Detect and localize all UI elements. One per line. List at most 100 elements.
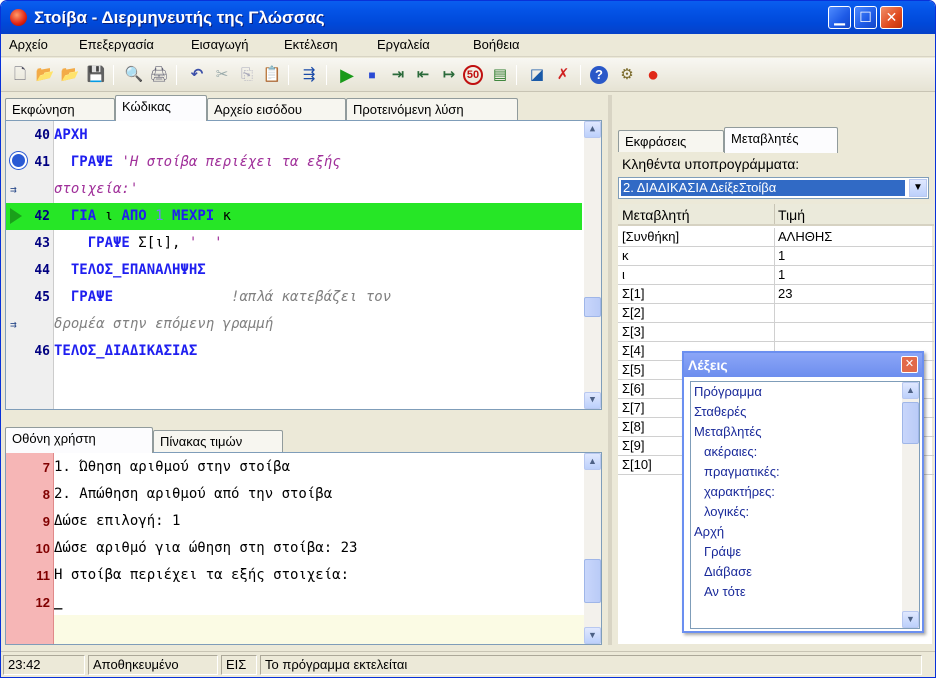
table-row[interactable]: ι1 xyxy=(618,266,934,285)
help-icon[interactable]: ? xyxy=(590,66,608,84)
scroll-down-icon[interactable]: ▼ xyxy=(902,611,919,628)
tab-code[interactable]: Κώδικας xyxy=(115,95,207,121)
tools-icon[interactable]: ⚙ xyxy=(616,64,638,86)
close-button[interactable]: ✕ xyxy=(880,6,903,29)
code-line[interactable]: 42 ΓΙΑ ι ΑΠΟ 1 ΜΕΧΡΙ κ xyxy=(6,203,582,230)
step-into-icon[interactable]: ⇥ xyxy=(387,64,409,86)
run-icon[interactable]: ▶ xyxy=(336,64,358,86)
watch-icon[interactable]: ▤ xyxy=(489,64,511,86)
code-line[interactable]: 43 ΓΡΑΨΕ Σ[ι], ' ' xyxy=(6,230,582,257)
tab-suggested-solution[interactable]: Προτεινόμενη λύση xyxy=(346,98,518,120)
list-item[interactable]: Αν τότε xyxy=(704,584,746,599)
window-title: Στοίβα - Διερμηνευτής της Γλώσσας xyxy=(34,8,325,27)
user-screen-output[interactable]: 7 1. Ώθηση αριθμού στην στοίβα 8 2. Απώθηση… xyxy=(5,452,602,645)
list-item[interactable]: πραγματικές: xyxy=(704,464,780,479)
scroll-down-icon[interactable]: ▼ xyxy=(584,627,601,644)
table-row[interactable]: κ1 xyxy=(618,247,934,266)
variable-name: κ xyxy=(622,248,629,263)
wrap-line-icon[interactable]: ⇉ xyxy=(10,316,17,332)
run-50-icon[interactable]: 50 xyxy=(463,65,483,85)
menu-run[interactable]: Εκτέλεση xyxy=(284,37,338,52)
table-row[interactable]: [Συνθήκη] ΑΛΗΘΗΣ xyxy=(618,228,934,247)
cut-icon[interactable]: ✂ xyxy=(211,64,233,86)
vertical-splitter[interactable] xyxy=(608,95,612,645)
list-item[interactable]: ακέραιες: xyxy=(704,444,757,459)
maximize-button[interactable]: ☐ xyxy=(854,6,877,29)
tab-expressions[interactable]: Εκφράσεις xyxy=(618,130,724,152)
close-icon[interactable]: ✕ xyxy=(901,356,918,373)
tab-input-file[interactable]: Αρχείο εισόδου xyxy=(207,98,346,120)
menu-file[interactable]: Αρχείο xyxy=(9,37,48,52)
menu-tools[interactable]: Εργαλεία xyxy=(377,37,430,52)
code-line[interactable]: δρομέα στην επόμενη γραμμή xyxy=(6,311,582,338)
tab-value-table[interactable]: Πίνακας τιμών xyxy=(153,430,283,452)
window-icon[interactable]: ◪ xyxy=(526,64,548,86)
variable-value: 23 xyxy=(778,286,793,301)
scroll-down-icon[interactable]: ▼ xyxy=(584,392,601,409)
output-scrollbar[interactable]: ▲ ▼ xyxy=(584,453,601,644)
open-icon[interactable]: 📂 xyxy=(34,64,56,86)
open-project-icon[interactable]: 📂 xyxy=(59,64,81,86)
code-line[interactable]: 40 ΑΡΧΗ xyxy=(6,122,582,149)
title-bar[interactable]: Στοίβα - Διερμηνευτής της Γλώσσας ▁ ☐ ✕ xyxy=(1,1,935,34)
wrap-line-icon[interactable]: ⇉ xyxy=(10,181,17,197)
undo-icon[interactable]: ↶ xyxy=(186,64,208,86)
print-icon[interactable]: 🖨 xyxy=(148,64,170,86)
tab-variables[interactable]: Μεταβλητές xyxy=(724,127,838,153)
insert-icon[interactable]: ⇶ xyxy=(298,64,320,86)
list-item[interactable]: Αρχή xyxy=(694,524,724,539)
exit-icon[interactable]: ● xyxy=(642,64,664,86)
current-line-arrow-icon[interactable] xyxy=(10,208,22,224)
code-line[interactable]: στοιχεία:' xyxy=(6,176,582,203)
menu-insert[interactable]: Εισαγωγή xyxy=(191,37,248,52)
code-scrollbar[interactable]: ▲ ▼ xyxy=(584,121,601,409)
called-subprograms-select[interactable]: 2. ΔΙΑΔΙΚΑΣΙΑ ΔείξεΣτοίβα ▼ xyxy=(618,177,929,199)
clear-icon[interactable]: ✗ xyxy=(552,64,574,86)
tab-statement[interactable]: Εκφώνηση xyxy=(5,98,115,120)
words-list[interactable]: Πρόγραμμα Σταθερές Μεταβλητές ακέραιες: πραγ… xyxy=(690,381,920,629)
header-value[interactable]: Τιμή xyxy=(778,207,805,223)
code-line[interactable]: 45 ΓΡΑΨΕ !απλά κατεβάζει τον xyxy=(6,284,582,311)
app-icon[interactable] xyxy=(10,9,27,26)
new-file-icon[interactable]: 🗋 xyxy=(9,64,31,86)
called-subprograms-label: Κληθέντα υποπρογράμματα: xyxy=(622,156,800,172)
table-row[interactable]: Σ[3] xyxy=(618,323,934,342)
code-line[interactable]: 44 ΤΕΛΟΣ_ΕΠΑΝΑΛΗΨΗΣ xyxy=(6,257,582,284)
menu-edit[interactable]: Επεξεργασία xyxy=(79,37,154,52)
code-editor[interactable]: 40 ΑΡΧΗ 41 ΓΡΑΨΕ 'Η στοίβα περιέχει τα εξή… xyxy=(5,120,602,410)
scroll-thumb[interactable] xyxy=(584,559,601,603)
preview-icon[interactable]: 🔍 xyxy=(123,64,145,86)
chevron-down-icon[interactable]: ▼ xyxy=(909,179,927,197)
list-item[interactable]: Μεταβλητές xyxy=(694,424,762,439)
scroll-up-icon[interactable]: ▲ xyxy=(902,382,919,399)
copy-icon[interactable]: ⎘ xyxy=(236,64,258,86)
header-variable[interactable]: Μεταβλητή xyxy=(622,207,689,223)
step-out-icon[interactable]: ↦ xyxy=(438,64,460,86)
step-over-icon[interactable]: ⇤ xyxy=(412,64,434,86)
breakpoint-icon[interactable] xyxy=(10,152,27,169)
list-item[interactable]: Γράψε xyxy=(704,544,741,559)
scroll-up-icon[interactable]: ▲ xyxy=(584,453,601,470)
minimize-button[interactable]: ▁ xyxy=(828,6,851,29)
words-title-bar[interactable]: Λέξεις ✕ xyxy=(684,353,922,377)
words-scrollbar[interactable]: ▲ ▼ xyxy=(902,382,919,628)
scroll-thumb[interactable] xyxy=(902,402,919,444)
variable-name: Σ[2] xyxy=(622,305,645,320)
tab-user-screen[interactable]: Οθόνη χρήστη xyxy=(5,427,153,453)
stop-icon[interactable]: ■ xyxy=(361,64,383,86)
scroll-thumb[interactable] xyxy=(584,297,601,317)
list-item[interactable]: Πρόγραμμα xyxy=(694,384,762,399)
list-item[interactable]: Σταθερές xyxy=(694,404,746,419)
code-line[interactable]: 41 ΓΡΑΨΕ 'Η στοίβα περιέχει τα εξής xyxy=(6,149,582,176)
scroll-up-icon[interactable]: ▲ xyxy=(584,121,601,138)
list-item[interactable]: λογικές: xyxy=(704,504,749,519)
list-item[interactable]: Διάβασε xyxy=(704,564,752,579)
table-row[interactable]: Σ[2] xyxy=(618,304,934,323)
table-row[interactable]: Σ[1] 23 xyxy=(618,285,934,304)
menu-help[interactable]: Βοήθεια xyxy=(473,37,520,52)
code-line[interactable]: 46 ΤΕΛΟΣ_ΔΙΑΔΙΚΑΣΙΑΣ xyxy=(6,338,582,365)
save-icon[interactable]: 💾 xyxy=(85,64,107,86)
paste-icon[interactable]: 📋 xyxy=(261,64,283,86)
list-item[interactable]: χαρακτήρες: xyxy=(704,484,775,499)
